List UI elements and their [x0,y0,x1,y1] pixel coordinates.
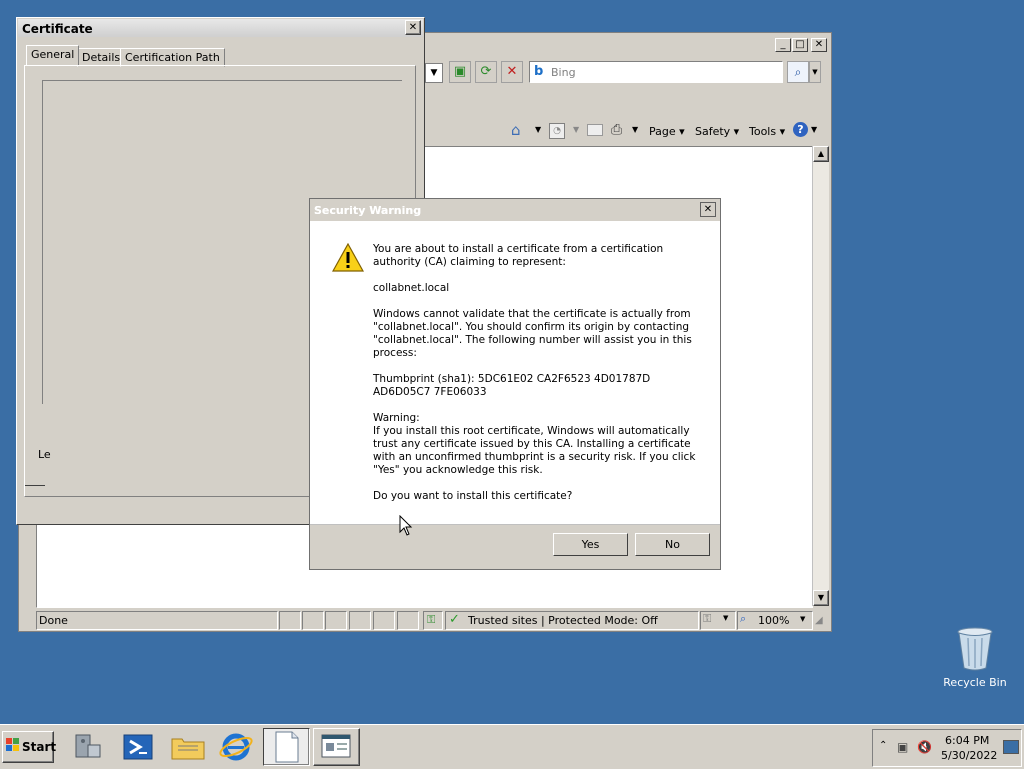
close-icon[interactable]: ✕ [700,202,716,217]
show-desktop-icon[interactable] [1003,740,1019,754]
thumbprint-text: Thumbprint (sha1): 5DC61E02 CA2F6523 4D0… [373,373,651,398]
question-text: Do you want to install this certificate? [373,490,573,502]
status-text-cell: Done [36,611,278,630]
close-button[interactable]: ✕ [811,38,827,52]
refresh-icon[interactable]: ⟳ [475,61,497,83]
status-cell [373,611,395,630]
volume-muted-icon[interactable]: 🔇 [917,740,932,754]
recycle-bin[interactable]: Recycle Bin [940,624,1010,694]
mail-icon[interactable] [587,124,603,136]
zone-text: Trusted sites | Protected Mode: Off [468,614,658,627]
security-warning-dialog: Security Warning ✕ You are about to inst… [309,198,721,570]
close-icon[interactable]: ✕ [405,20,421,35]
safety-menu[interactable]: Safety ▾ [695,125,739,138]
intro-text: You are about to install a certificate f… [373,243,664,268]
chevron-down-icon: ▼ [800,615,806,623]
status-cell [325,611,347,630]
chevron-down-icon: ▼ [723,614,729,622]
search-options-button[interactable]: ▼ [809,61,821,83]
scroll-up-icon[interactable]: ▲ [813,146,829,162]
print-icon[interactable]: ⎙ [611,122,622,138]
status-cell [349,611,371,630]
minimize-button[interactable]: _ [775,38,791,52]
bing-logo-icon: b [534,64,544,79]
start-label: Start [22,740,57,754]
dialog-footer: Yes No [310,524,720,569]
page-menu[interactable]: Page ▾ [649,125,685,138]
network-icon[interactable]: ▣ [897,740,908,754]
info-box-border [42,80,402,82]
validation-text: Windows cannot validate that the certifi… [373,308,692,359]
subject-text: collabnet.local [373,282,450,294]
resize-grip-icon[interactable]: ◢ [815,615,827,627]
warning-label: Warning: [373,412,420,424]
status-cell [279,611,301,630]
clipped-label: Le [38,448,51,461]
status-cell [397,611,419,630]
clock-time[interactable]: 6:04 PM [945,734,989,747]
compatibility-icon[interactable]: ▣ [449,61,471,83]
search-placeholder: Bing [551,66,576,79]
help-dropdown-icon[interactable]: ▼ [811,125,817,134]
show-hidden-icons-icon[interactable]: ⌃ [879,740,887,751]
taskbar-window[interactable] [313,728,360,766]
recycle-bin-label: Recycle Bin [943,676,1007,689]
protected-mode-icon: ⚿ [423,611,443,630]
taskbar-window-active[interactable] [263,728,310,766]
start-button[interactable]: Start [2,731,57,763]
scroll-down-icon[interactable]: ▼ [813,590,829,606]
yes-button[interactable]: Yes [553,533,628,556]
zoom-icon: ⌕ [740,612,747,625]
maximize-button[interactable]: □ [792,38,808,52]
system-tray: ⌃ ▣ 🔇 6:04 PM 5/30/2022 [872,729,1022,767]
security-warning-title-bar: Security Warning ✕ [310,199,720,221]
feeds-dropdown-icon: ▼ [573,125,580,134]
windows-logo-icon [6,738,20,755]
warning-icon [331,242,365,276]
info-box-border [415,66,418,82]
certificate-icon [321,734,351,758]
home-icon[interactable]: ⌂ [511,121,521,139]
file-explorer-icon[interactable] [168,731,208,763]
status-cell [302,611,324,630]
tab-general[interactable]: General [26,45,80,65]
lock-icon: ⚿ [703,612,712,625]
divider [25,485,45,486]
stop-icon[interactable]: ✕ [501,61,523,83]
mouse-cursor-icon [399,514,413,540]
checkmark-icon: ✓ [449,612,460,627]
certificate-title-bar: Certificate ✕ [18,19,423,37]
tools-menu[interactable]: Tools ▾ [749,125,785,138]
recycle-bin-icon [956,626,994,675]
security-warning-title: Security Warning [314,204,422,217]
popup-blocker-button[interactable]: ⚿ ▼ [700,611,736,630]
home-dropdown-icon[interactable]: ▼ [535,125,541,134]
document-icon [275,731,299,763]
status-text: Done [39,614,68,627]
zone-cell[interactable]: ✓ Trusted sites | Protected Mode: Off [445,611,699,630]
no-button[interactable]: No [635,533,710,556]
print-dropdown-icon[interactable]: ▼ [632,125,638,134]
zoom-button[interactable]: ⌕ 100% ▼ [737,611,813,630]
address-dropdown-button[interactable]: ▼ [425,63,443,83]
clock-date[interactable]: 5/30/2022 [941,749,997,762]
warning-text: If you install this root certificate, Wi… [373,425,696,476]
vertical-scrollbar[interactable]: ▲ ▼ [812,146,829,606]
powershell-icon[interactable] [118,731,158,763]
certificate-title: Certificate [22,22,93,36]
taskbar: Start ⌃ ▣ 🔇 6:04 PM 5/30/2022 [0,724,1024,769]
internet-explorer-icon[interactable] [216,731,256,763]
info-box-border [42,80,44,404]
server-manager-icon[interactable] [68,731,108,763]
help-icon[interactable]: ? [793,122,808,137]
search-icon[interactable]: ⌕ [787,61,809,83]
warning-message: You are about to install a certificate f… [373,243,703,516]
zoom-level: 100% [758,614,790,627]
search-input[interactable]: b Bing [529,61,783,83]
feeds-icon[interactable]: ◔ [549,123,565,139]
